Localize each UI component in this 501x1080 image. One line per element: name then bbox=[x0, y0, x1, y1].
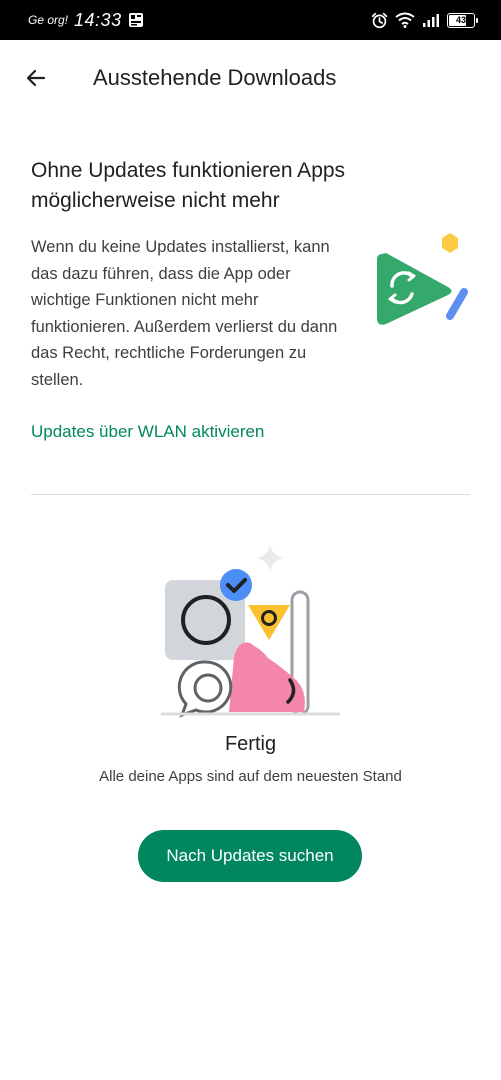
check-for-updates-button[interactable]: Nach Updates suchen bbox=[138, 830, 362, 882]
warning-body: Wenn du keine Updates installierst, kann… bbox=[31, 238, 338, 389]
carrier-label: Ge org! bbox=[28, 13, 69, 27]
battery-level: 43 bbox=[455, 14, 466, 25]
notification-icon bbox=[128, 13, 143, 27]
arrow-back-icon bbox=[26, 69, 46, 87]
all-done-illustration bbox=[161, 544, 340, 718]
done-subtitle: Alle deine Apps sind auf dem neuesten St… bbox=[99, 768, 402, 785]
back-button[interactable] bbox=[16, 58, 56, 98]
done-title: Fertig bbox=[224, 733, 277, 755]
status-bar: Ge org! 14:33 43 bbox=[0, 0, 501, 40]
wifi-icon bbox=[395, 12, 415, 28]
app-bar: Ausstehende Downloads bbox=[0, 40, 501, 116]
signal-icon bbox=[423, 14, 439, 27]
play-update-illustration bbox=[377, 233, 468, 325]
status-time: 14:33 bbox=[74, 9, 122, 30]
page-title: Ausstehende Downloads bbox=[93, 65, 337, 90]
divider bbox=[31, 494, 470, 495]
battery-icon: 43 bbox=[447, 12, 478, 28]
enable-wlan-updates-link[interactable]: Updates über WLAN aktivieren bbox=[31, 422, 264, 442]
alarm-icon bbox=[371, 12, 388, 28]
warning-heading: Ohne Updates funktionieren Apps mögliche… bbox=[31, 159, 346, 212]
